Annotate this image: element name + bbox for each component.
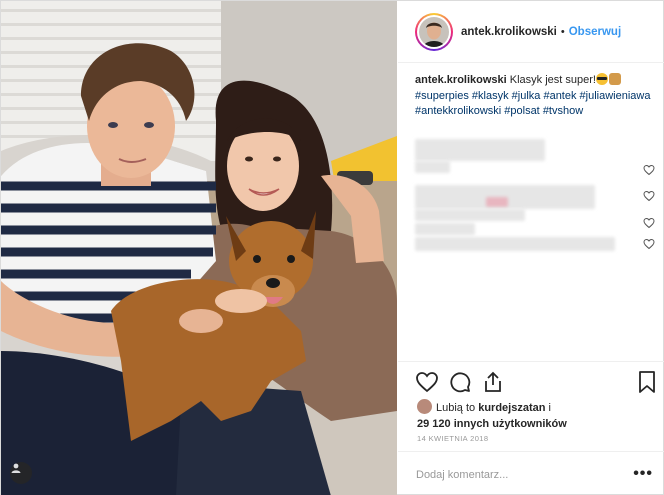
hashtag-link[interactable]: #tvshow — [543, 105, 583, 117]
bookmark-icon[interactable] — [635, 370, 659, 394]
liker-avatar[interactable] — [417, 399, 432, 414]
blurred-comment — [415, 209, 525, 221]
avatar-inner — [417, 14, 451, 49]
blurred-comment — [415, 223, 475, 235]
photo-illustration — [1, 1, 397, 495]
follow-button[interactable]: Obserwuj — [569, 26, 621, 38]
liker-username[interactable]: kurdejszatan — [478, 402, 545, 414]
dog-emoji-icon — [608, 73, 621, 85]
post-side-panel: antek.krolikowski • Obserwuj antek.kroli… — [398, 1, 664, 495]
header-separator: • — [560, 25, 565, 38]
hashtag-link[interactable]: #polsat — [504, 105, 539, 117]
instagram-post: antek.krolikowski • Obserwuj antek.kroli… — [0, 0, 664, 495]
post-header: antek.krolikowski • Obserwuj — [398, 1, 664, 63]
likes-connector: i — [548, 402, 551, 414]
more-options-icon[interactable]: ••• — [633, 465, 653, 483]
user-tag-glyph — [11, 463, 21, 473]
avatar[interactable] — [415, 12, 453, 51]
hashtag-link[interactable]: #superpies — [415, 90, 469, 102]
blurred-comment — [415, 139, 545, 161]
comment-like-icon[interactable] — [643, 217, 655, 229]
caption-username[interactable]: antek.krolikowski — [415, 74, 507, 86]
hashtag-list: #superpies #klasyk #julka #antek #juliaw… — [415, 90, 650, 118]
hashtag-link[interactable]: #julka — [512, 90, 541, 102]
comment-input[interactable] — [416, 466, 616, 484]
caption-text: Klasyk jest super! — [509, 74, 596, 86]
hashtag-link[interactable]: #antekkrolikowski — [415, 105, 501, 117]
hashtag-link[interactable]: #klasyk — [472, 90, 509, 102]
likes-summary: Lubią to kurdejszatan i 29 120 innych uż… — [417, 399, 567, 432]
heart-icon[interactable] — [415, 370, 439, 394]
blurred-comment — [415, 161, 450, 173]
share-icon[interactable] — [481, 370, 505, 394]
post-photo[interactable] — [1, 1, 397, 495]
action-bar — [398, 361, 664, 401]
post-caption: antek.krolikowski Klasyk jest super! #su… — [415, 73, 655, 120]
likes-count[interactable]: 29 120 innych użytkowników — [417, 416, 567, 432]
comment-like-icon[interactable] — [643, 238, 655, 250]
comment-like-icon[interactable] — [643, 190, 655, 202]
likes-prefix: Lubią to — [436, 402, 476, 414]
sunglasses-emoji-icon — [595, 73, 608, 85]
avatar-image — [419, 16, 449, 47]
comment-like-icon[interactable] — [643, 164, 655, 176]
comment-icon[interactable] — [448, 370, 472, 394]
hashtag-link[interactable]: #antek — [543, 90, 576, 102]
hashtag-link[interactable]: #juliawieniawa — [580, 90, 651, 102]
blurred-comment-tag — [486, 197, 508, 207]
post-date[interactable]: 14 kwietnia 2018 — [417, 434, 488, 443]
header-username[interactable]: antek.krolikowski — [461, 26, 557, 38]
comment-bar: ••• — [398, 451, 664, 495]
user-tag-icon[interactable] — [10, 462, 32, 484]
avatar-face — [419, 16, 449, 47]
blurred-comment — [415, 237, 615, 251]
